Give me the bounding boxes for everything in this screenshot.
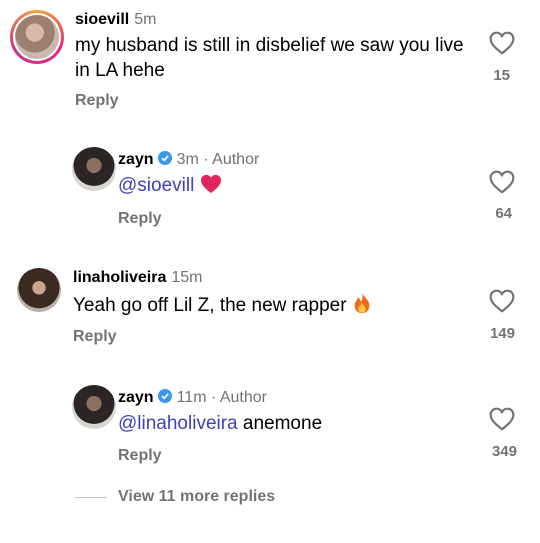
comment-text: @linaholiveira anemone — [118, 411, 518, 436]
avatar-sioevill[interactable] — [10, 10, 64, 64]
timestamp: 11m — [176, 389, 207, 406]
comment-text: my husband is still in disbelief we saw … — [75, 35, 464, 81]
verified-badge-icon — [157, 389, 172, 403]
mention-link[interactable]: @sioevill — [118, 175, 194, 196]
author-label: · Author — [203, 151, 260, 168]
comment-header: linaholiveira 15m — [73, 268, 203, 288]
reply-button[interactable]: Reply — [75, 92, 119, 110]
heart-outline-icon[interactable] — [489, 289, 515, 313]
heart-outline-icon[interactable] — [489, 31, 515, 55]
mention-link[interactable]: @linaholiveira — [118, 413, 238, 434]
fire-emoji — [354, 292, 370, 314]
comment-header: sioevill 5m — [75, 10, 156, 30]
comment-body: anemone — [242, 413, 323, 434]
username[interactable]: sioevill — [75, 11, 129, 28]
timestamp: 15m — [171, 269, 203, 286]
comment-text: Yeah go off Lil Z, the new rapper — [73, 292, 473, 318]
like-count: 349 — [491, 443, 517, 460]
timestamp: 5m — [134, 11, 157, 28]
comment-text: @sioevill — [118, 173, 518, 198]
username[interactable]: zayn — [118, 151, 154, 168]
heart-outline-icon[interactable] — [489, 407, 515, 431]
avatar-zayn[interactable] — [72, 385, 116, 429]
verified-badge-icon — [157, 151, 172, 165]
author-label: · Author — [210, 389, 267, 406]
username[interactable]: linaholiveira — [73, 269, 166, 286]
reply-button[interactable]: Reply — [118, 447, 162, 465]
comment-body: Yeah go off Lil Z, the new rapper — [73, 295, 347, 316]
like-count: 15 — [493, 67, 510, 84]
like-count: 64 — [495, 205, 512, 222]
red-heart-emoji — [200, 174, 221, 194]
like-count: 149 — [489, 325, 515, 342]
avatar-zayn[interactable] — [72, 147, 116, 191]
avatar-linaholiveira[interactable] — [17, 268, 61, 312]
heart-outline-icon[interactable] — [489, 170, 515, 194]
view-more-divider — [75, 497, 107, 498]
reply-button[interactable]: Reply — [118, 210, 162, 228]
comment-header: zayn 3m · Author — [118, 150, 259, 170]
timestamp: 3m — [176, 151, 199, 168]
username[interactable]: zayn — [118, 389, 154, 406]
view-more-replies-button[interactable]: View 11 more replies — [118, 488, 275, 506]
reply-button[interactable]: Reply — [73, 328, 117, 346]
comment-header: zayn 11m · Author — [118, 388, 267, 408]
